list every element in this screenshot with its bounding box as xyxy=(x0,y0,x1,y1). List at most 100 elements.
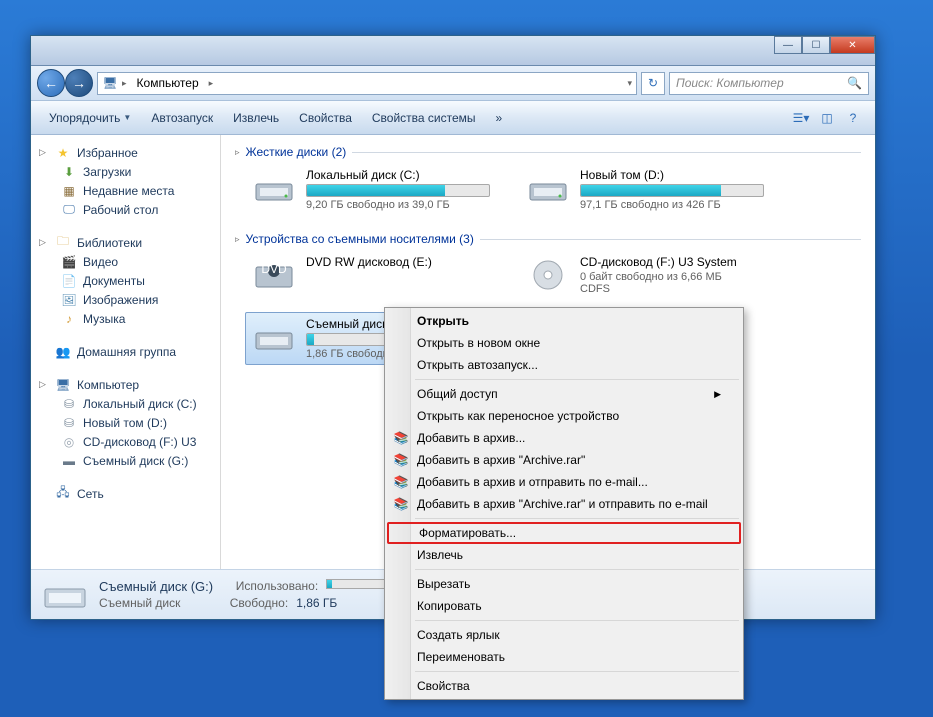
search-input[interactable]: Поиск: Компьютер 🔍 xyxy=(669,72,869,95)
search-placeholder: Поиск: Компьютер xyxy=(676,76,784,90)
breadcrumb-computer[interactable]: Компьютер xyxy=(131,74,205,92)
drive-d[interactable]: Новый том (D:) 97,1 ГБ свободно из 426 Г… xyxy=(519,163,769,216)
usage-bar xyxy=(306,184,490,197)
video-icon: 🎬 xyxy=(61,254,77,270)
drive-sub: 0 байт свободно из 6,66 МБ xyxy=(580,271,764,283)
sidebar-drive-c[interactable]: ⛁Локальный диск (C:) xyxy=(31,394,220,413)
document-icon: 📄 xyxy=(61,273,77,289)
sidebar-music[interactable]: ♪Музыка xyxy=(31,309,220,328)
back-button[interactable]: ← xyxy=(37,69,65,97)
ctx-props[interactable]: Свойства xyxy=(387,675,741,697)
minimize-button[interactable]: — xyxy=(774,36,802,54)
forward-button[interactable]: → xyxy=(65,69,93,97)
hdd-icon: ⛁ xyxy=(61,396,77,412)
context-menu: Открыть Открыть в новом окне Открыть авт… xyxy=(384,307,744,700)
ctx-add-rar-email[interactable]: 📚Добавить в архив "Archive.rar" и отправ… xyxy=(387,493,741,515)
eject-button[interactable]: Извлечь xyxy=(225,107,287,129)
winrar-icon: 📚 xyxy=(393,496,409,512)
drive-name: Новый том (D:) xyxy=(580,168,764,182)
ctx-cut[interactable]: Вырезать xyxy=(387,573,741,595)
sidebar-downloads[interactable]: ⬇Загрузки xyxy=(31,162,220,181)
properties-button[interactable]: Свойства xyxy=(291,107,360,129)
ctx-copy[interactable]: Копировать xyxy=(387,595,741,617)
sidebar-network[interactable]: 🖧Сеть xyxy=(31,484,220,503)
homegroup-icon: 👥 xyxy=(55,344,71,360)
status-title: Съемный диск (G:) xyxy=(99,579,213,594)
organize-menu[interactable]: Упорядочить▼ xyxy=(41,107,139,129)
winrar-icon: 📚 xyxy=(393,430,409,446)
titlebar: — ☐ ✕ xyxy=(31,36,875,66)
computer-icon: 🖥 xyxy=(55,377,71,393)
help-button[interactable]: ? xyxy=(841,106,865,130)
ctx-open-autoplay[interactable]: Открыть автозапуск... xyxy=(387,354,741,376)
hdd-icon xyxy=(524,168,572,208)
ctx-share[interactable]: Общий доступ▶ xyxy=(387,383,741,405)
sidebar-drive-f[interactable]: ◎CD-дисковод (F:) U3 xyxy=(31,432,220,451)
drive-sub: 97,1 ГБ свободно из 426 ГБ xyxy=(580,199,764,211)
chevron-right-icon: ▶ xyxy=(714,389,721,400)
dropdown-icon[interactable]: ▾ xyxy=(627,78,632,89)
status-free-label: Свободно: xyxy=(230,596,289,610)
star-icon: ★ xyxy=(55,145,71,161)
ctx-rename[interactable]: Переименовать xyxy=(387,646,741,668)
view-button[interactable]: ☰▾ xyxy=(789,106,813,130)
search-icon: 🔍 xyxy=(847,76,862,90)
recent-icon: ▦ xyxy=(61,183,77,199)
network-icon: 🖧 xyxy=(55,486,71,502)
sidebar-homegroup[interactable]: 👥Домашняя группа xyxy=(31,342,220,361)
sidebar-desktop[interactable]: 🖵Рабочий стол xyxy=(31,200,220,219)
ctx-add-email[interactable]: 📚Добавить в архив и отправить по e-mail.… xyxy=(387,471,741,493)
sidebar: ▷★Избранное ⬇Загрузки ▦Недавние места 🖵Р… xyxy=(31,135,221,569)
chevron-right-icon: ▸ xyxy=(209,78,214,89)
maximize-button[interactable]: ☐ xyxy=(802,36,830,54)
drive-sub: 9,20 ГБ свободно из 39,0 ГБ xyxy=(306,199,490,211)
autoplay-button[interactable]: Автозапуск xyxy=(143,107,221,129)
sidebar-documents[interactable]: 📄Документы xyxy=(31,271,220,290)
sidebar-video[interactable]: 🎬Видео xyxy=(31,252,220,271)
ctx-shortcut[interactable]: Создать ярлык xyxy=(387,624,741,646)
music-icon: ♪ xyxy=(61,311,77,327)
sidebar-favorites[interactable]: ▷★Избранное xyxy=(31,143,220,162)
address-bar[interactable]: 🖥 ▸ Компьютер ▸ ▾ xyxy=(97,72,637,95)
refresh-button[interactable]: ↻ xyxy=(641,72,665,95)
ctx-open[interactable]: Открыть xyxy=(387,310,741,332)
winrar-icon: 📚 xyxy=(393,452,409,468)
hdd-icon xyxy=(250,168,298,208)
library-icon: 🗀 xyxy=(55,235,71,251)
desktop-icon: 🖵 xyxy=(61,202,77,218)
usage-bar xyxy=(580,184,764,197)
more-button[interactable]: » xyxy=(488,107,511,129)
usb-icon: ▬ xyxy=(61,453,77,469)
ctx-eject[interactable]: Извлечь xyxy=(387,544,741,566)
download-icon: ⬇ xyxy=(61,164,77,180)
sysprops-button[interactable]: Свойства системы xyxy=(364,107,484,129)
sidebar-computer[interactable]: ▷🖥Компьютер xyxy=(31,375,220,394)
sidebar-recent[interactable]: ▦Недавние места xyxy=(31,181,220,200)
cd-icon: ◎ xyxy=(61,434,77,450)
ctx-portable[interactable]: Открыть как переносное устройство xyxy=(387,405,741,427)
section-hdd[interactable]: ▹Жесткие диски (2) xyxy=(235,145,861,163)
sidebar-drive-d[interactable]: ⛁Новый том (D:) xyxy=(31,413,220,432)
section-removable[interactable]: ▹Устройства со съемными носителями (3) xyxy=(235,232,861,250)
svg-text:DVD: DVD xyxy=(261,262,287,276)
drive-e[interactable]: DVD DVD RW дисковод (E:) xyxy=(245,250,495,300)
close-button[interactable]: ✕ xyxy=(830,36,875,54)
drive-f[interactable]: CD-дисковод (F:) U3 System 0 байт свобод… xyxy=(519,250,769,300)
drive-name: DVD RW дисковод (E:) xyxy=(306,255,490,269)
chevron-right-icon: ▸ xyxy=(122,78,127,89)
drive-fs: CDFS xyxy=(580,283,764,295)
drive-name: CD-дисковод (F:) U3 System xyxy=(580,255,764,269)
sidebar-images[interactable]: 🖼Изображения xyxy=(31,290,220,309)
status-used-label: Использовано: xyxy=(236,579,318,594)
sidebar-drive-g[interactable]: ▬Съемный диск (G:) xyxy=(31,451,220,470)
hdd-icon: ⛁ xyxy=(61,415,77,431)
sidebar-libraries[interactable]: ▷🗀Библиотеки xyxy=(31,233,220,252)
ctx-add-archive[interactable]: 📚Добавить в архив... xyxy=(387,427,741,449)
drive-c[interactable]: Локальный диск (C:) 9,20 ГБ свободно из … xyxy=(245,163,495,216)
ctx-open-new[interactable]: Открыть в новом окне xyxy=(387,332,741,354)
cd-icon xyxy=(524,255,572,295)
ctx-format[interactable]: Форматировать... xyxy=(387,522,741,544)
usb-icon xyxy=(41,577,89,613)
preview-pane-button[interactable]: ◫ xyxy=(815,106,839,130)
ctx-add-archive-rar[interactable]: 📚Добавить в архив "Archive.rar" xyxy=(387,449,741,471)
